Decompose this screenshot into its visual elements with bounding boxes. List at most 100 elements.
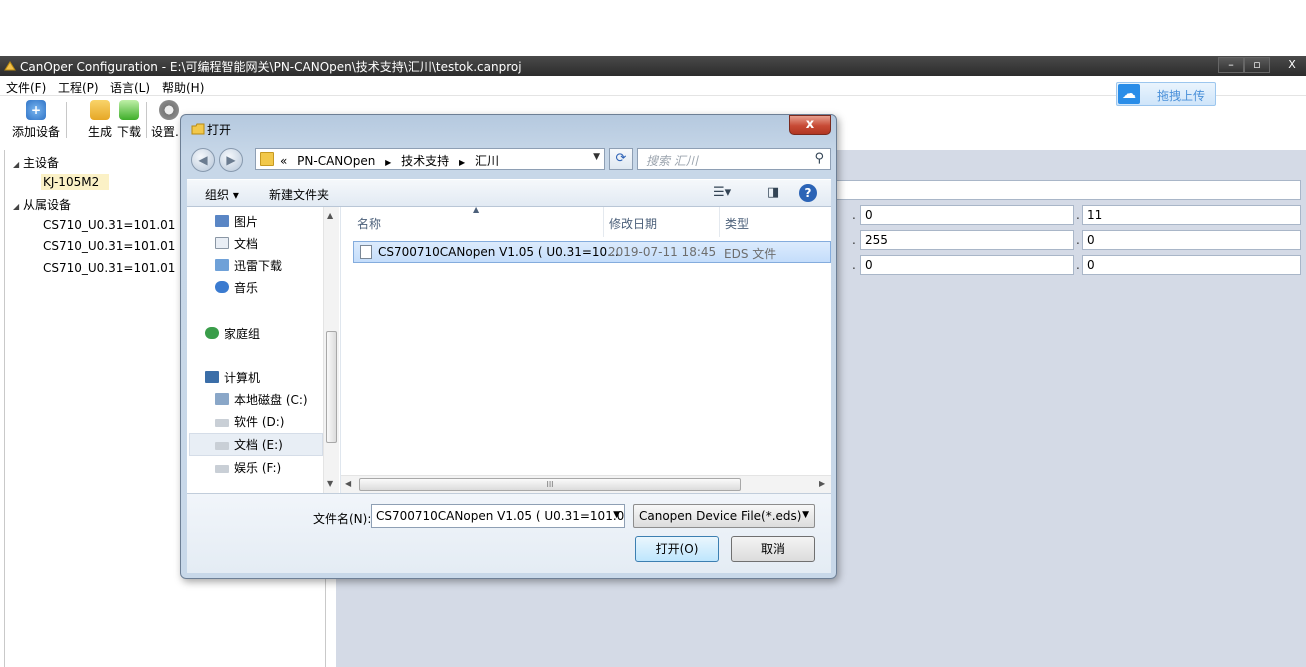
generate-button[interactable]: 生成 [88,100,112,140]
tree-node-slave-group[interactable]: ◢ 从属设备 [13,196,71,213]
close-window-button[interactable]: X [1278,57,1306,73]
menu-language[interactable]: 语言(L) [110,79,150,96]
preview-pane-icon[interactable]: ◨ [767,185,779,200]
menu-project[interactable]: 工程(P) [58,79,99,96]
help-icon[interactable]: ? [799,184,817,202]
scroll-down-icon[interactable]: ▼ [327,479,333,488]
collapse-arrow-icon[interactable]: ◢ [13,160,23,169]
scroll-up-icon[interactable]: ▲ [327,211,333,220]
scroll-right-icon[interactable]: ▶ [819,479,825,488]
column-separator [603,207,604,237]
tree-node-master-group[interactable]: ◢ 主设备 [13,154,59,171]
property-field[interactable]: 11 [1082,205,1301,225]
nav-label: 家庭组 [224,327,261,341]
breadcrumb-overflow[interactable]: « [280,154,287,168]
nav-label: 计算机 [224,371,261,385]
filename-input[interactable]: CS700710CANopen V1.05 ( U0.31=101.0 ▼ [371,504,625,528]
property-field[interactable]: 0 [1082,230,1301,250]
folder-icon [260,152,274,166]
chevron-right-icon[interactable]: ▶ [385,158,391,167]
view-options-icon[interactable]: ☰▾ [713,185,731,200]
address-bar[interactable]: « PN-CANOpen ▶ 技术支持 ▶ 汇川 ▼ [255,148,605,170]
dialog-title: 打开 [207,123,232,137]
file-name: CS700710CANopen V1.05 ( U0.31=10... [378,245,619,259]
nav-item-drive-d[interactable]: 软件 (D:) [215,413,284,430]
nav-item-computer[interactable]: 计算机 [205,369,260,386]
back-button[interactable]: ◀ [191,148,215,172]
chevron-down-icon[interactable]: ▼ [593,152,600,162]
window-title: CanOper Configuration - E:\可编程智能网关\PN-CA… [20,60,522,74]
download-button[interactable]: 下载 [117,100,141,140]
tree-node-slave[interactable]: CS710_U0.31=101.01 [43,239,175,253]
folder-icon [191,123,205,135]
scrollbar-thumb[interactable] [326,331,337,443]
collapse-arrow-icon[interactable]: ◢ [13,202,23,211]
property-field[interactable]: 0 [860,205,1074,225]
refresh-button[interactable]: ⟳ [609,148,633,170]
add-device-label: 添加设备 [12,125,61,139]
nav-item-drive-e[interactable]: 文档 (E:) [189,433,323,456]
chevron-down-icon[interactable]: ▼ [802,510,809,520]
forward-button[interactable]: ▶ [219,148,243,172]
property-field[interactable]: 0 [1082,255,1301,275]
nav-label: 音乐 [234,281,259,295]
cancel-button[interactable]: 取消 [731,536,815,562]
filetype-select[interactable]: Canopen Device File(*.eds) ▼ [633,504,815,528]
nav-item-drive-c[interactable]: 本地磁盘 (C:) [215,391,308,408]
scroll-left-icon[interactable]: ◀ [345,479,351,488]
nav-item-documents[interactable]: 文档 [215,235,258,252]
filename-value: CS700710CANopen V1.05 ( U0.31=101.0 [376,509,625,523]
field-separator: . [852,233,856,247]
scrollbar-thumb[interactable]: III [359,478,741,491]
tree-node-slave[interactable]: CS710_U0.31=101.01 [43,261,175,275]
drag-upload-button[interactable]: ☁ 拖拽上传 [1116,82,1216,106]
property-field[interactable] [836,180,1301,200]
breadcrumb-item[interactable]: 技术支持 [401,154,449,168]
file-row[interactable]: CS700710CANopen V1.05 ( U0.31=10... 2019… [353,241,831,263]
column-header-name[interactable]: 名称 [357,215,381,232]
chevron-down-icon[interactable]: ▼ [613,510,620,520]
column-header-date[interactable]: 修改日期 [609,215,657,232]
organize-menu[interactable]: 组织 ▾ [205,186,239,203]
navigation-scrollbar[interactable]: ▲ ▼ [323,207,339,493]
nav-label: 软件 (D:) [234,415,285,429]
nav-item-music[interactable]: 音乐 [215,279,258,296]
column-header-type[interactable]: 类型 [725,215,749,232]
chevron-right-icon[interactable]: ▶ [459,158,465,167]
app-icon [4,61,16,71]
nav-label: 娱乐 (F:) [234,461,282,475]
dialog-close-button[interactable]: x [789,115,831,135]
search-icon[interactable]: ⚲ [814,151,824,166]
toolbar-separator [146,102,147,138]
breadcrumb: « PN-CANOpen ▶ 技术支持 ▶ 汇川 [280,152,499,169]
menu-file[interactable]: 文件(F) [6,79,46,96]
nav-item-homegroup[interactable]: 家庭组 [205,325,260,342]
nav-item-drive-f[interactable]: 娱乐 (F:) [215,459,281,476]
window-titlebar: CanOper Configuration - E:\可编程智能网关\PN-CA… [0,56,1306,76]
minimize-button[interactable]: – [1218,57,1244,73]
tree-label: 从属设备 [23,198,72,212]
filetype-value: Canopen Device File(*.eds) [639,509,802,523]
tree-node-master-device[interactable]: KJ-105M2 [41,174,110,190]
property-field[interactable]: 255 [860,230,1074,250]
nav-label: 文档 [234,237,259,251]
file-date: 2019-07-11 18:45 [608,245,717,259]
new-folder-button[interactable]: 新建文件夹 [269,186,329,203]
nav-item-thunder-downloads[interactable]: 迅雷下载 [215,257,282,274]
maximize-button[interactable]: ▫ [1244,57,1270,73]
nav-label: 文档 (E:) [234,438,283,452]
open-button[interactable]: 打开(O) [635,536,719,562]
menu-help[interactable]: 帮助(H) [162,79,204,96]
download-folder-icon [215,259,229,271]
search-input[interactable]: 搜索 汇川 ⚲ [637,148,831,170]
property-field[interactable]: 0 [860,255,1074,275]
file-list: 名称 ▲ 修改日期 类型 CS700710CANopen V1.05 ( U0.… [341,205,831,493]
nav-item-pictures[interactable]: 图片 [215,213,258,230]
field-separator: . [852,208,856,222]
add-device-button[interactable]: + 添加设备 [12,100,60,140]
download-icon [119,100,139,120]
breadcrumb-item[interactable]: PN-CANOpen [297,154,375,168]
tree-node-slave[interactable]: CS710_U0.31=101.01 [43,218,175,232]
breadcrumb-item[interactable]: 汇川 [475,154,499,168]
file-list-hscrollbar[interactable]: ◀ III ▶ [341,475,831,493]
